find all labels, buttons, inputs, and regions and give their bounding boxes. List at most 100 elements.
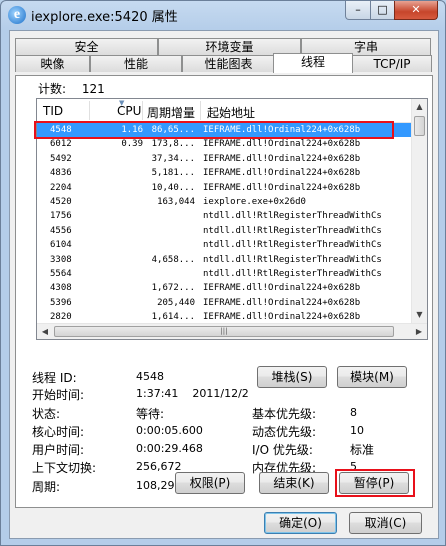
minimize-button[interactable]: – <box>345 1 371 20</box>
cycles-cell: 173,8... <box>151 139 195 150</box>
thread-row[interactable]: 5564 ntdll.dll!RtlRegisterThreadWithCs <box>37 267 413 281</box>
thread-row[interactable]: 2204 10,40... IEFRAME.dll!Ordinal224+0x628… <box>37 181 413 195</box>
tab-security[interactable]: 安全 <box>15 38 158 55</box>
thread-row[interactable]: 5396 205,440 IEFRAME.dll!Ordinal224+0x628b <box>37 296 413 310</box>
tid-cell: 5492 <box>50 153 72 164</box>
cpu-cell: 0.39 <box>121 139 143 150</box>
tid-cell: 4520 <box>50 197 72 207</box>
vertical-scroll-thumb[interactable] <box>414 116 425 136</box>
thread-row[interactable]: 4308 1,672... IEFRAME.dll!Ordinal224+0x628… <box>37 281 413 295</box>
stack-button[interactable]: 堆栈(S) <box>257 366 327 388</box>
cycles-label: 周期: <box>32 480 61 494</box>
kernel-time-label: 核心时间: <box>32 425 85 439</box>
properties-window: e iexplore.exe:5420 属性 – □ ✕ 安全 环境变量 字串 … <box>0 0 446 546</box>
base-priority-value: 8 <box>350 406 357 419</box>
dynamic-priority-label: 动态优先级: <box>252 425 317 439</box>
cycles-cell: 5,181... <box>151 168 195 179</box>
start-address-cell: IEFRAME.dll!Ordinal224+0x628b <box>203 283 361 294</box>
user-time-label: 用户时间: <box>32 443 85 457</box>
io-priority-label: I/O 优先级: <box>252 443 313 457</box>
start-address-cell: ntdll.dll!RtlRegisterThreadWithCs <box>203 269 382 279</box>
module-button[interactable]: 模块(M) <box>337 366 407 388</box>
scroll-right-icon[interactable]: ▶ <box>411 324 427 339</box>
user-time-value: 0:00:29.468 <box>136 442 203 455</box>
tid-cell: 2204 <box>50 182 72 193</box>
tid-cell: 3308 <box>50 254 72 265</box>
cycles-cell: 10,40... <box>151 182 195 193</box>
cycles-cell: 205,440 <box>157 297 195 308</box>
tid-cell: 5396 <box>50 297 72 308</box>
column-cpu[interactable]: CPU <box>117 104 141 118</box>
column-tid[interactable]: TID <box>43 104 63 118</box>
tab-tcpip[interactable]: TCP/IP <box>352 55 432 72</box>
thread-list[interactable]: TID ▼ CPU 周期增量 起始地址 4548 1.16 86,65... IEFR… <box>36 98 428 340</box>
list-header: TID ▼ CPU 周期增量 起始地址 <box>37 99 413 123</box>
scroll-down-icon[interactable]: ▼ <box>412 307 427 323</box>
kernel-time-value: 0:00:05.600 <box>136 424 203 437</box>
thread-row[interactable]: 1756 ntdll.dll!RtlRegisterThreadWithCs <box>37 209 413 223</box>
tab-performance-graph[interactable]: 性能图表 <box>182 55 275 72</box>
cycles-cell: 86,65... <box>151 125 195 135</box>
start-address-cell: ntdll.dll!RtlRegisterThreadWithCs <box>203 240 382 251</box>
scroll-left-icon[interactable]: ◀ <box>37 324 53 339</box>
column-start-address[interactable]: 起始地址 <box>207 104 255 121</box>
base-priority-label: 基本优先级: <box>252 407 317 421</box>
cycles-cell: 1,672... <box>151 283 195 294</box>
tab-performance[interactable]: 性能 <box>90 55 182 72</box>
thread-row[interactable]: 4556 ntdll.dll!RtlRegisterThreadWithCs <box>37 224 413 238</box>
thread-count-value: 121 <box>81 82 105 96</box>
close-button[interactable]: ✕ <box>394 1 438 20</box>
cycles-cell: 163,044 <box>157 197 195 207</box>
state-label: 状态: <box>32 407 61 421</box>
maximize-button[interactable]: □ <box>370 1 395 20</box>
thread-row[interactable]: 4548 1.16 86,65... IEFRAME.dll!Ordinal224+0… <box>37 123 413 137</box>
column-divider <box>89 101 90 120</box>
scroll-up-icon[interactable]: ▲ <box>412 99 427 115</box>
vertical-scrollbar[interactable]: ▲ ▼ <box>411 99 427 323</box>
horizontal-scrollbar[interactable]: ◀ ||| ▶ <box>37 323 427 339</box>
start-time-label: 开始时间: <box>32 388 85 402</box>
thread-row[interactable]: 6104 ntdll.dll!RtlRegisterThreadWithCs <box>37 238 413 252</box>
permissions-button[interactable]: 权限(P) <box>175 472 245 494</box>
thread-count-label: 计数: <box>38 82 67 96</box>
column-divider <box>142 101 143 120</box>
dynamic-priority-value: 10 <box>350 424 364 437</box>
horizontal-scroll-thumb[interactable]: ||| <box>54 326 394 337</box>
tid-cell: 4556 <box>50 225 72 236</box>
start-address-cell: ntdll.dll!RtlRegisterThreadWithCs <box>203 211 382 222</box>
thread-id-label: 线程 ID: <box>32 371 77 385</box>
start-address-cell: IEFRAME.dll!Ordinal224+0x628b <box>203 297 361 308</box>
start-address-cell: IEFRAME.dll!Ordinal224+0x628b <box>203 168 361 179</box>
io-priority-value: 标准 <box>350 443 375 457</box>
tab-threads[interactable]: 线程 <box>273 53 353 73</box>
start-address-cell: ntdll.dll!RtlRegisterThreadWithCs <box>203 225 382 236</box>
cancel-button[interactable]: 取消(C) <box>349 512 422 534</box>
thread-row[interactable]: 3308 4,658... ntdll.dll!RtlRegisterThreadW… <box>37 253 413 267</box>
thread-row[interactable]: 4836 5,181... IEFRAME.dll!Ordinal224+0x628… <box>37 166 413 180</box>
column-cycles-delta[interactable]: 周期增量 <box>147 104 195 121</box>
start-address-cell: IEFRAME.dll!Ordinal224+0x628b <box>203 153 361 164</box>
tid-cell: 4308 <box>50 283 72 294</box>
suspend-button[interactable]: 暂停(P) <box>339 472 409 494</box>
tid-cell: 4836 <box>50 168 72 179</box>
start-address-cell: IEFRAME.dll!Ordinal224+0x628b <box>203 182 361 193</box>
thread-row[interactable]: 6012 0.39 173,8... IEFRAME.dll!Ordinal224+0… <box>37 137 413 151</box>
cycles-cell: 37,34... <box>151 153 195 164</box>
title-bar[interactable]: e iexplore.exe:5420 属性 – □ ✕ <box>1 1 445 29</box>
tid-cell: 5564 <box>50 269 72 279</box>
state-value: 等待: <box>136 407 165 421</box>
tid-cell: 6104 <box>50 240 72 251</box>
end-thread-button[interactable]: 结束(K) <box>259 472 329 494</box>
threads-panel: 计数: 121 TID ▼ CPU 周期增量 起始地址 4548 1.16 86,6… <box>15 75 433 508</box>
start-address-cell: ntdll.dll!RtlRegisterThreadWithCs <box>203 254 382 265</box>
start-address-cell: IEFRAME.dll!Ordinal224+0x628b <box>203 139 361 150</box>
thread-row[interactable]: 5492 37,34... IEFRAME.dll!Ordinal224+0x628… <box>37 152 413 166</box>
window-title: iexplore.exe:5420 属性 <box>31 10 178 25</box>
ok-button[interactable]: 确定(O) <box>264 512 337 534</box>
thread-row[interactable]: 4520 163,044 iexplore.exe+0x26d0 <box>37 195 413 209</box>
tid-cell: 1756 <box>50 211 72 222</box>
dialog-client: 安全 环境变量 字串 映像 性能 性能图表 线程 TCP/IP 计数: 121 … <box>9 30 439 539</box>
start-address-cell: IEFRAME.dll!Ordinal224+0x628b <box>203 125 361 135</box>
tab-image[interactable]: 映像 <box>15 55 90 72</box>
cycles-cell: 4,658... <box>151 254 195 265</box>
